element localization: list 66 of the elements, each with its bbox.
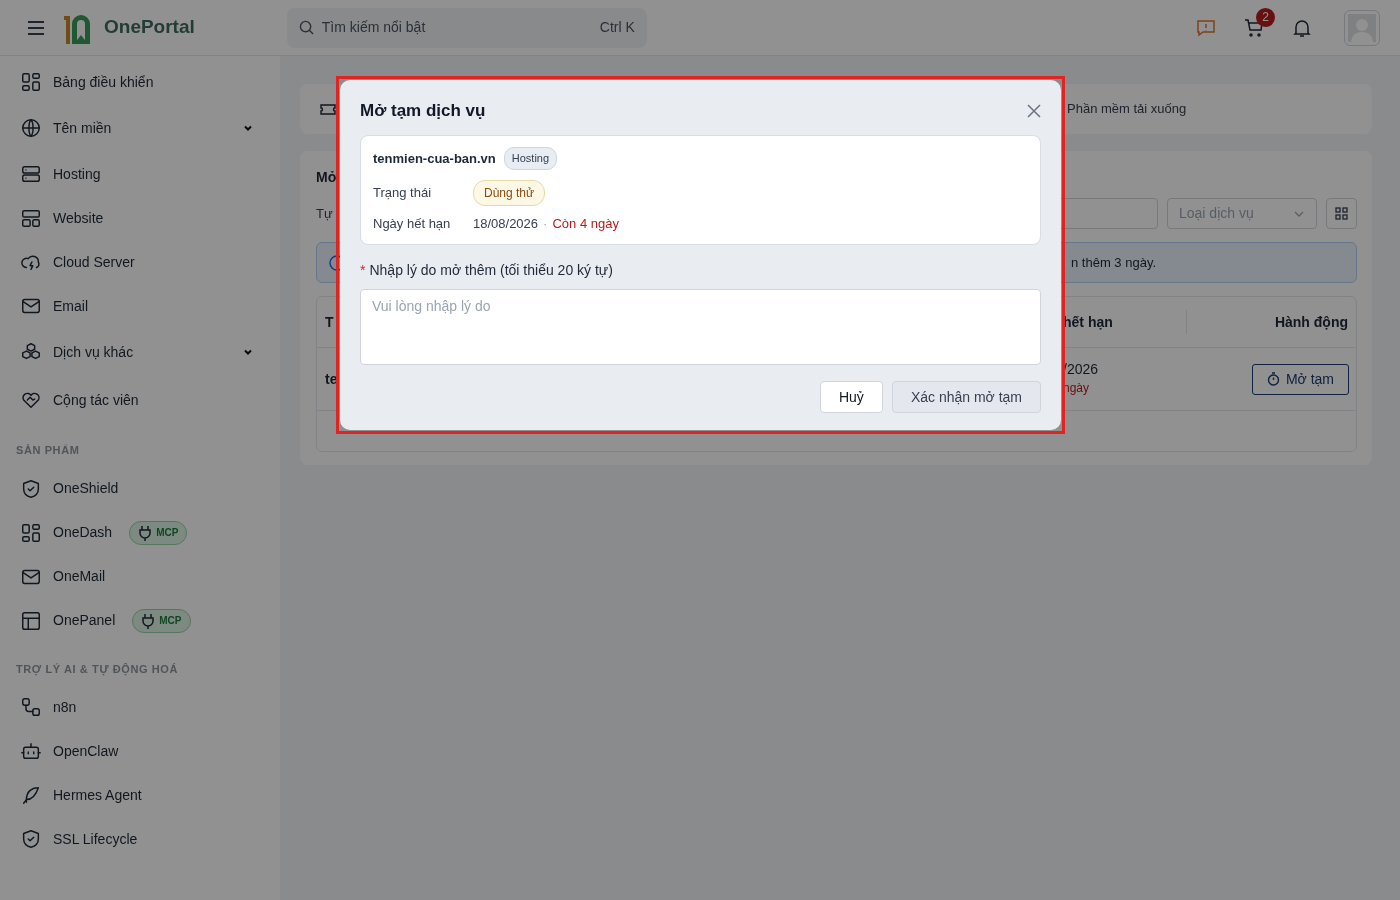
domain-name: tenmien-cua-ban.vn: [373, 149, 496, 168]
layout-icon: [20, 207, 42, 229]
service-type-tag: Hosting: [503, 147, 558, 170]
column-header: Hành động: [1273, 312, 1349, 332]
table-cell-text: te: [324, 369, 339, 389]
alert-text: n thêm 3 ngày.: [1071, 253, 1157, 272]
sidebar-item[interactable]: OpenClaw: [16, 729, 264, 773]
grid-icon: [1335, 207, 1348, 220]
section-heading: SẢN PHẨM: [16, 443, 81, 458]
reason-field[interactable]: Vui lòng nhập lý do: [360, 289, 1041, 365]
modal-title: Mở tạm dịch vụ: [360, 100, 486, 123]
sidebar-item[interactable]: SSL Lifecycle: [16, 817, 264, 861]
status-pill: Dùng thử: [473, 179, 546, 206]
server-icon: [20, 163, 42, 185]
plug-icon: [141, 612, 156, 629]
sidebar-item[interactable]: Email: [16, 284, 264, 328]
nav-link[interactable]: Phần mềm tải xuống: [1067, 99, 1187, 119]
workflow-icon: [20, 696, 42, 718]
robot-icon: [20, 740, 42, 762]
separator-dot: ·: [543, 214, 548, 233]
cart-icon[interactable]: [1244, 17, 1264, 38]
sidebar-item[interactable]: Bảng điều khiển: [16, 60, 264, 104]
sidebar-item[interactable]: Hermes Agent: [16, 773, 264, 817]
sidebar-item[interactable]: OnePanel MCP: [16, 598, 264, 643]
sidebar-item[interactable]: OneMail: [16, 554, 264, 599]
search-icon: [298, 20, 314, 35]
feather-icon: [20, 784, 42, 806]
globe-icon: [20, 117, 42, 139]
remaining-days: Còn 4 ngày: [552, 213, 619, 233]
required-mark: *: [360, 261, 366, 280]
sidebar-item[interactable]: Website: [16, 196, 264, 240]
grid-view-button[interactable]: [1326, 198, 1357, 229]
shield-icon: [20, 477, 42, 500]
shield-icon: [20, 828, 42, 850]
timer-icon: [1266, 372, 1280, 386]
mcp-badge: MCP: [132, 608, 191, 633]
mcp-badge: MCP: [129, 520, 188, 545]
cart-count-badge: 2: [1256, 7, 1275, 27]
brand-name: OnePortal: [104, 15, 195, 40]
sidebar-item[interactable]: OneShield: [16, 466, 264, 511]
section-heading: TRỢ LÝ AI & TỰ ĐỘNG HOÁ: [16, 661, 180, 677]
sidebar-item[interactable]: Hosting: [16, 152, 264, 196]
close-icon[interactable]: [1027, 104, 1041, 118]
sidebar-item[interactable]: OneDash MCP: [16, 510, 264, 555]
column-header: T: [324, 312, 335, 332]
plug-icon: [138, 524, 153, 541]
sidebar-item[interactable]: Tên miền: [16, 104, 264, 152]
unlock-button[interactable]: Mở tạm: [1251, 363, 1349, 395]
search-field[interactable]: Tìm kiếm nổi bật Ctrl K: [286, 7, 647, 48]
field-label: Nhập lý do mở thêm (tối thiểu 20 ký tự): [369, 261, 613, 280]
expiry-date: 18/08/2026: [473, 214, 539, 233]
field-label: Ngày hết hạn: [373, 214, 452, 233]
ticket-icon: [320, 102, 336, 116]
grid-icon: [20, 71, 42, 93]
sidebar-item[interactable]: Dịch vụ khác: [16, 328, 264, 376]
bell-icon[interactable]: [1292, 17, 1312, 38]
cancel-button[interactable]: Huỷ: [819, 381, 883, 413]
field-label: Trạng thái: [373, 183, 433, 202]
sidebar-item[interactable]: n8n: [16, 685, 264, 729]
filter-label: Tự: [316, 204, 333, 223]
menu-icon[interactable]: [26, 19, 46, 36]
panel-icon: [20, 609, 42, 632]
feedback-icon[interactable]: [1196, 17, 1216, 38]
sidebar-item[interactable]: Cloud Server: [16, 240, 264, 284]
grid-icon: [20, 521, 42, 544]
sidebar-item[interactable]: Cộng tác viên: [16, 376, 264, 424]
